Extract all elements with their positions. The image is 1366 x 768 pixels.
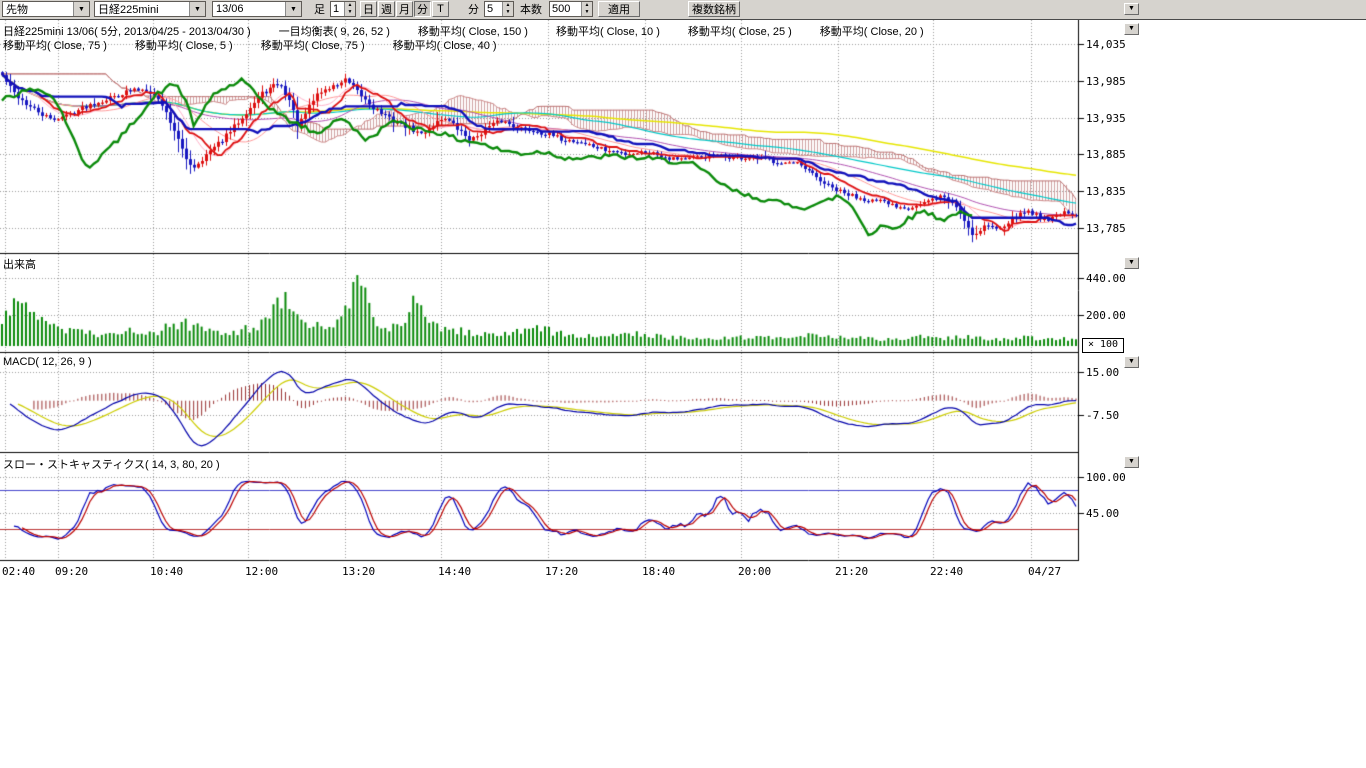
bar-type-label: 足 <box>314 1 325 17</box>
time-axis-label: 14:40 <box>438 565 471 578</box>
stochastics-pane-dropdown-button[interactable]: ▼ <box>1124 456 1139 468</box>
bar-count-spinner[interactable]: 500 ▲ ▼ <box>549 1 593 17</box>
time-axis-label: 12:00 <box>245 565 278 578</box>
minute-interval-value: 5 <box>485 2 502 16</box>
instrument-type-select[interactable]: 先物 ▼ <box>2 1 90 17</box>
trading-chart-app: { "icons": { "dropdown_arrow": "▼", "spi… <box>0 0 1366 768</box>
price-pane-dropdown-button[interactable]: ▼ <box>1124 23 1139 35</box>
time-axis-label: 20:00 <box>738 565 771 578</box>
spinner-arrows[interactable]: ▲ ▼ <box>581 2 592 16</box>
toolbar: 先物 ▼ 日経225mini ▼ 13/06 ▼ 足 1 ▲ ▼ 日 週 月 分… <box>0 0 1366 20</box>
spin-down-icon[interactable]: ▼ <box>582 9 592 16</box>
toolbar-dropdown-button[interactable]: ▼ <box>1124 3 1139 15</box>
period-button-tick[interactable]: T <box>432 1 449 17</box>
apply-button[interactable]: 適用 <box>598 1 640 17</box>
bar-count-value: 500 <box>550 2 581 16</box>
period-button-minute[interactable]: 分 <box>414 1 431 17</box>
time-axis-label: 04/27 <box>1028 565 1061 578</box>
bar-interval-value: 1 <box>331 2 344 16</box>
chart-canvas[interactable] <box>0 20 1160 565</box>
chevron-down-icon[interactable]: ▼ <box>285 2 301 16</box>
minute-interval-spinner[interactable]: 5 ▲ ▼ <box>484 1 514 17</box>
time-axis-label: 13:20 <box>342 565 375 578</box>
chevron-glyph: ▼ <box>194 6 201 13</box>
spinner-arrows[interactable]: ▲ ▼ <box>502 2 513 16</box>
spin-down-icon[interactable]: ▼ <box>503 9 513 16</box>
period-button-day[interactable]: 日 <box>360 1 377 17</box>
chevron-down-icon[interactable]: ▼ <box>189 2 205 16</box>
spin-up-icon[interactable]: ▲ <box>345 2 355 9</box>
chevron-glyph: ▼ <box>78 6 85 13</box>
time-axis-label: 10:40 <box>150 565 183 578</box>
instrument-type-value: 先物 <box>3 1 73 17</box>
time-axis-label: 09:20 <box>55 565 88 578</box>
minute-label: 分 <box>468 1 479 17</box>
spin-up-icon[interactable]: ▲ <box>503 2 513 9</box>
time-axis-label: 18:40 <box>642 565 675 578</box>
chart-area: 日経225mini 13/06( 5分, 2013/04/25 - 2013/0… <box>0 20 1160 586</box>
volume-pane-dropdown-button[interactable]: ▼ <box>1124 257 1139 269</box>
bar-interval-spinner[interactable]: 1 ▲ ▼ <box>330 1 356 17</box>
time-axis-label: 22:40 <box>930 565 963 578</box>
multi-symbol-button[interactable]: 複数銘柄 <box>688 1 740 17</box>
spin-up-icon[interactable]: ▲ <box>582 2 592 9</box>
contract-month-value: 13/06 <box>213 3 285 15</box>
symbol-value: 日経225mini <box>95 1 189 17</box>
spin-down-icon[interactable]: ▼ <box>345 9 355 16</box>
chevron-glyph: ▼ <box>290 6 297 13</box>
contract-month-select[interactable]: 13/06 ▼ <box>212 1 302 17</box>
period-button-week[interactable]: 週 <box>378 1 395 17</box>
chevron-down-icon[interactable]: ▼ <box>73 2 89 16</box>
bar-count-label: 本数 <box>520 1 542 17</box>
time-axis-label: 02:40 <box>2 565 35 578</box>
macd-pane-dropdown-button[interactable]: ▼ <box>1124 356 1139 368</box>
time-axis-label: 21:20 <box>835 565 868 578</box>
time-axis-label: 17:20 <box>545 565 578 578</box>
spinner-arrows[interactable]: ▲ ▼ <box>344 2 355 16</box>
symbol-select[interactable]: 日経225mini ▼ <box>94 1 206 17</box>
period-button-month[interactable]: 月 <box>396 1 413 17</box>
